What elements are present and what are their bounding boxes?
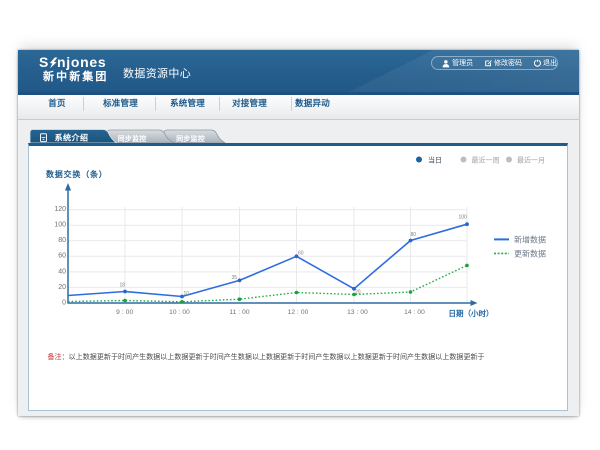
svg-text:35: 35 [232,275,238,281]
svg-text:新增数据: 新增数据 [514,234,546,244]
svg-text:40: 40 [58,268,66,275]
svg-text:13 : 00: 13 : 00 [347,309,368,316]
svg-text:10 : 00: 10 : 00 [169,309,190,316]
svg-text:80: 80 [58,237,66,244]
svg-text:11 : 00: 11 : 00 [229,309,250,316]
svg-text:80: 80 [411,232,417,238]
svg-text:最近一周: 最近一周 [472,155,500,164]
svg-text:当日: 当日 [428,155,442,164]
svg-text:100: 100 [459,215,468,221]
svg-text:同步监控: 同步监控 [176,134,205,143]
svg-text:日期（小时）: 日期（小时） [449,308,494,318]
svg-text:数据交换（条）: 数据交换（条） [46,169,108,179]
svg-text:20: 20 [355,290,361,296]
svg-text:20: 20 [58,284,66,291]
svg-text:18: 18 [120,283,126,289]
svg-text:60: 60 [58,253,66,260]
svg-text:12 : 00: 12 : 00 [288,309,309,316]
svg-text:10: 10 [184,291,190,297]
svg-text:最近一月: 最近一月 [517,155,545,164]
svg-text:60: 60 [298,251,304,257]
svg-text:9 : 00: 9 : 00 [116,309,133,316]
svg-text:14 : 00: 14 : 00 [404,309,425,316]
svg-text:100: 100 [54,222,66,229]
svg-text:120: 120 [54,206,66,213]
svg-text:备注：以上数据更新于时间产生数据以上数据更新于时间产生数据以: 备注：以上数据更新于时间产生数据以上数据更新于时间产生数据以上数据更新于时间产生… [48,352,485,361]
svg-text:更新数据: 更新数据 [514,248,546,258]
svg-text:同步监控: 同步监控 [118,134,147,143]
svg-text:0: 0 [62,299,66,306]
svg-text:系统介绍: 系统介绍 [55,133,89,143]
